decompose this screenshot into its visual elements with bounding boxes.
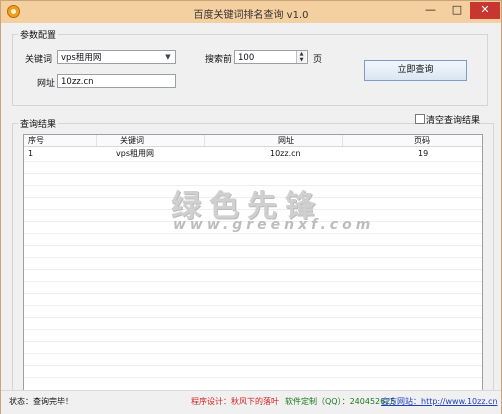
status-bar: 状态：查询完毕！ 程序设计：秋风下的落叶 软件定制（QQ）：240452625 …: [1, 390, 501, 414]
table-header: 序号 关键词 网址 页码: [24, 135, 482, 147]
status-text: 状态：查询完毕！: [9, 397, 73, 406]
app-window: 百度关键词排名查询 v1.0 — □ ✕ 参数配置 关键词 vps租用网 ▼ 搜…: [0, 0, 502, 414]
keyword-label: 关键词: [25, 55, 53, 65]
row-page: 19: [418, 149, 429, 158]
maximize-button[interactable]: □: [444, 2, 470, 19]
column-header-page[interactable]: 页码: [414, 135, 430, 146]
chevron-down-icon[interactable]: ▼: [162, 51, 174, 63]
spin-buttons[interactable]: ▲ ▼: [296, 51, 306, 63]
row-url: 10zz.cn: [270, 149, 301, 158]
clear-results-checkbox[interactable]: [415, 114, 425, 124]
row-index: 1: [28, 149, 34, 158]
keyword-combobox[interactable]: vps租用网 ▼: [57, 50, 176, 64]
table-row[interactable]: 1 vps租用网 10zz.cn 19: [24, 148, 482, 160]
designer-credit: 程序设计：秋风下的落叶: [191, 397, 279, 406]
search-range-value: 100: [238, 53, 255, 63]
minimize-button[interactable]: —: [417, 2, 444, 19]
keyword-value: vps租用网: [61, 53, 102, 63]
search-range-label: 搜索前: [205, 55, 233, 65]
query-button[interactable]: 立即查询: [364, 60, 467, 81]
website-link[interactable]: 官方网站：http://www.10zz.cn: [381, 396, 498, 407]
results-table[interactable]: 序号 关键词 网址 页码 1 vps租用网 10zz.cn 19: [23, 134, 483, 392]
clear-results-label[interactable]: 清空查询结果: [426, 113, 480, 126]
custom-qq-text: 软件定制（QQ）：240452625: [285, 397, 396, 406]
url-value: 10zz.cn: [61, 77, 94, 87]
column-header-index[interactable]: 序号: [28, 135, 44, 146]
results-legend: 查询结果: [18, 117, 59, 130]
params-legend: 参数配置: [18, 28, 59, 41]
url-label: 网址: [37, 79, 56, 89]
spin-down-icon[interactable]: ▼: [297, 57, 306, 63]
search-range-unit: 页: [313, 55, 323, 65]
close-button[interactable]: ✕: [470, 2, 500, 19]
title-bar[interactable]: 百度关键词排名查询 v1.0 — □ ✕: [1, 1, 501, 23]
column-header-url[interactable]: 网址: [278, 135, 294, 146]
search-range-stepper[interactable]: 100 ▲ ▼: [234, 50, 308, 64]
column-header-keyword[interactable]: 关键词: [120, 135, 144, 146]
row-keyword: vps租用网: [116, 149, 154, 158]
url-input[interactable]: 10zz.cn: [57, 74, 176, 88]
